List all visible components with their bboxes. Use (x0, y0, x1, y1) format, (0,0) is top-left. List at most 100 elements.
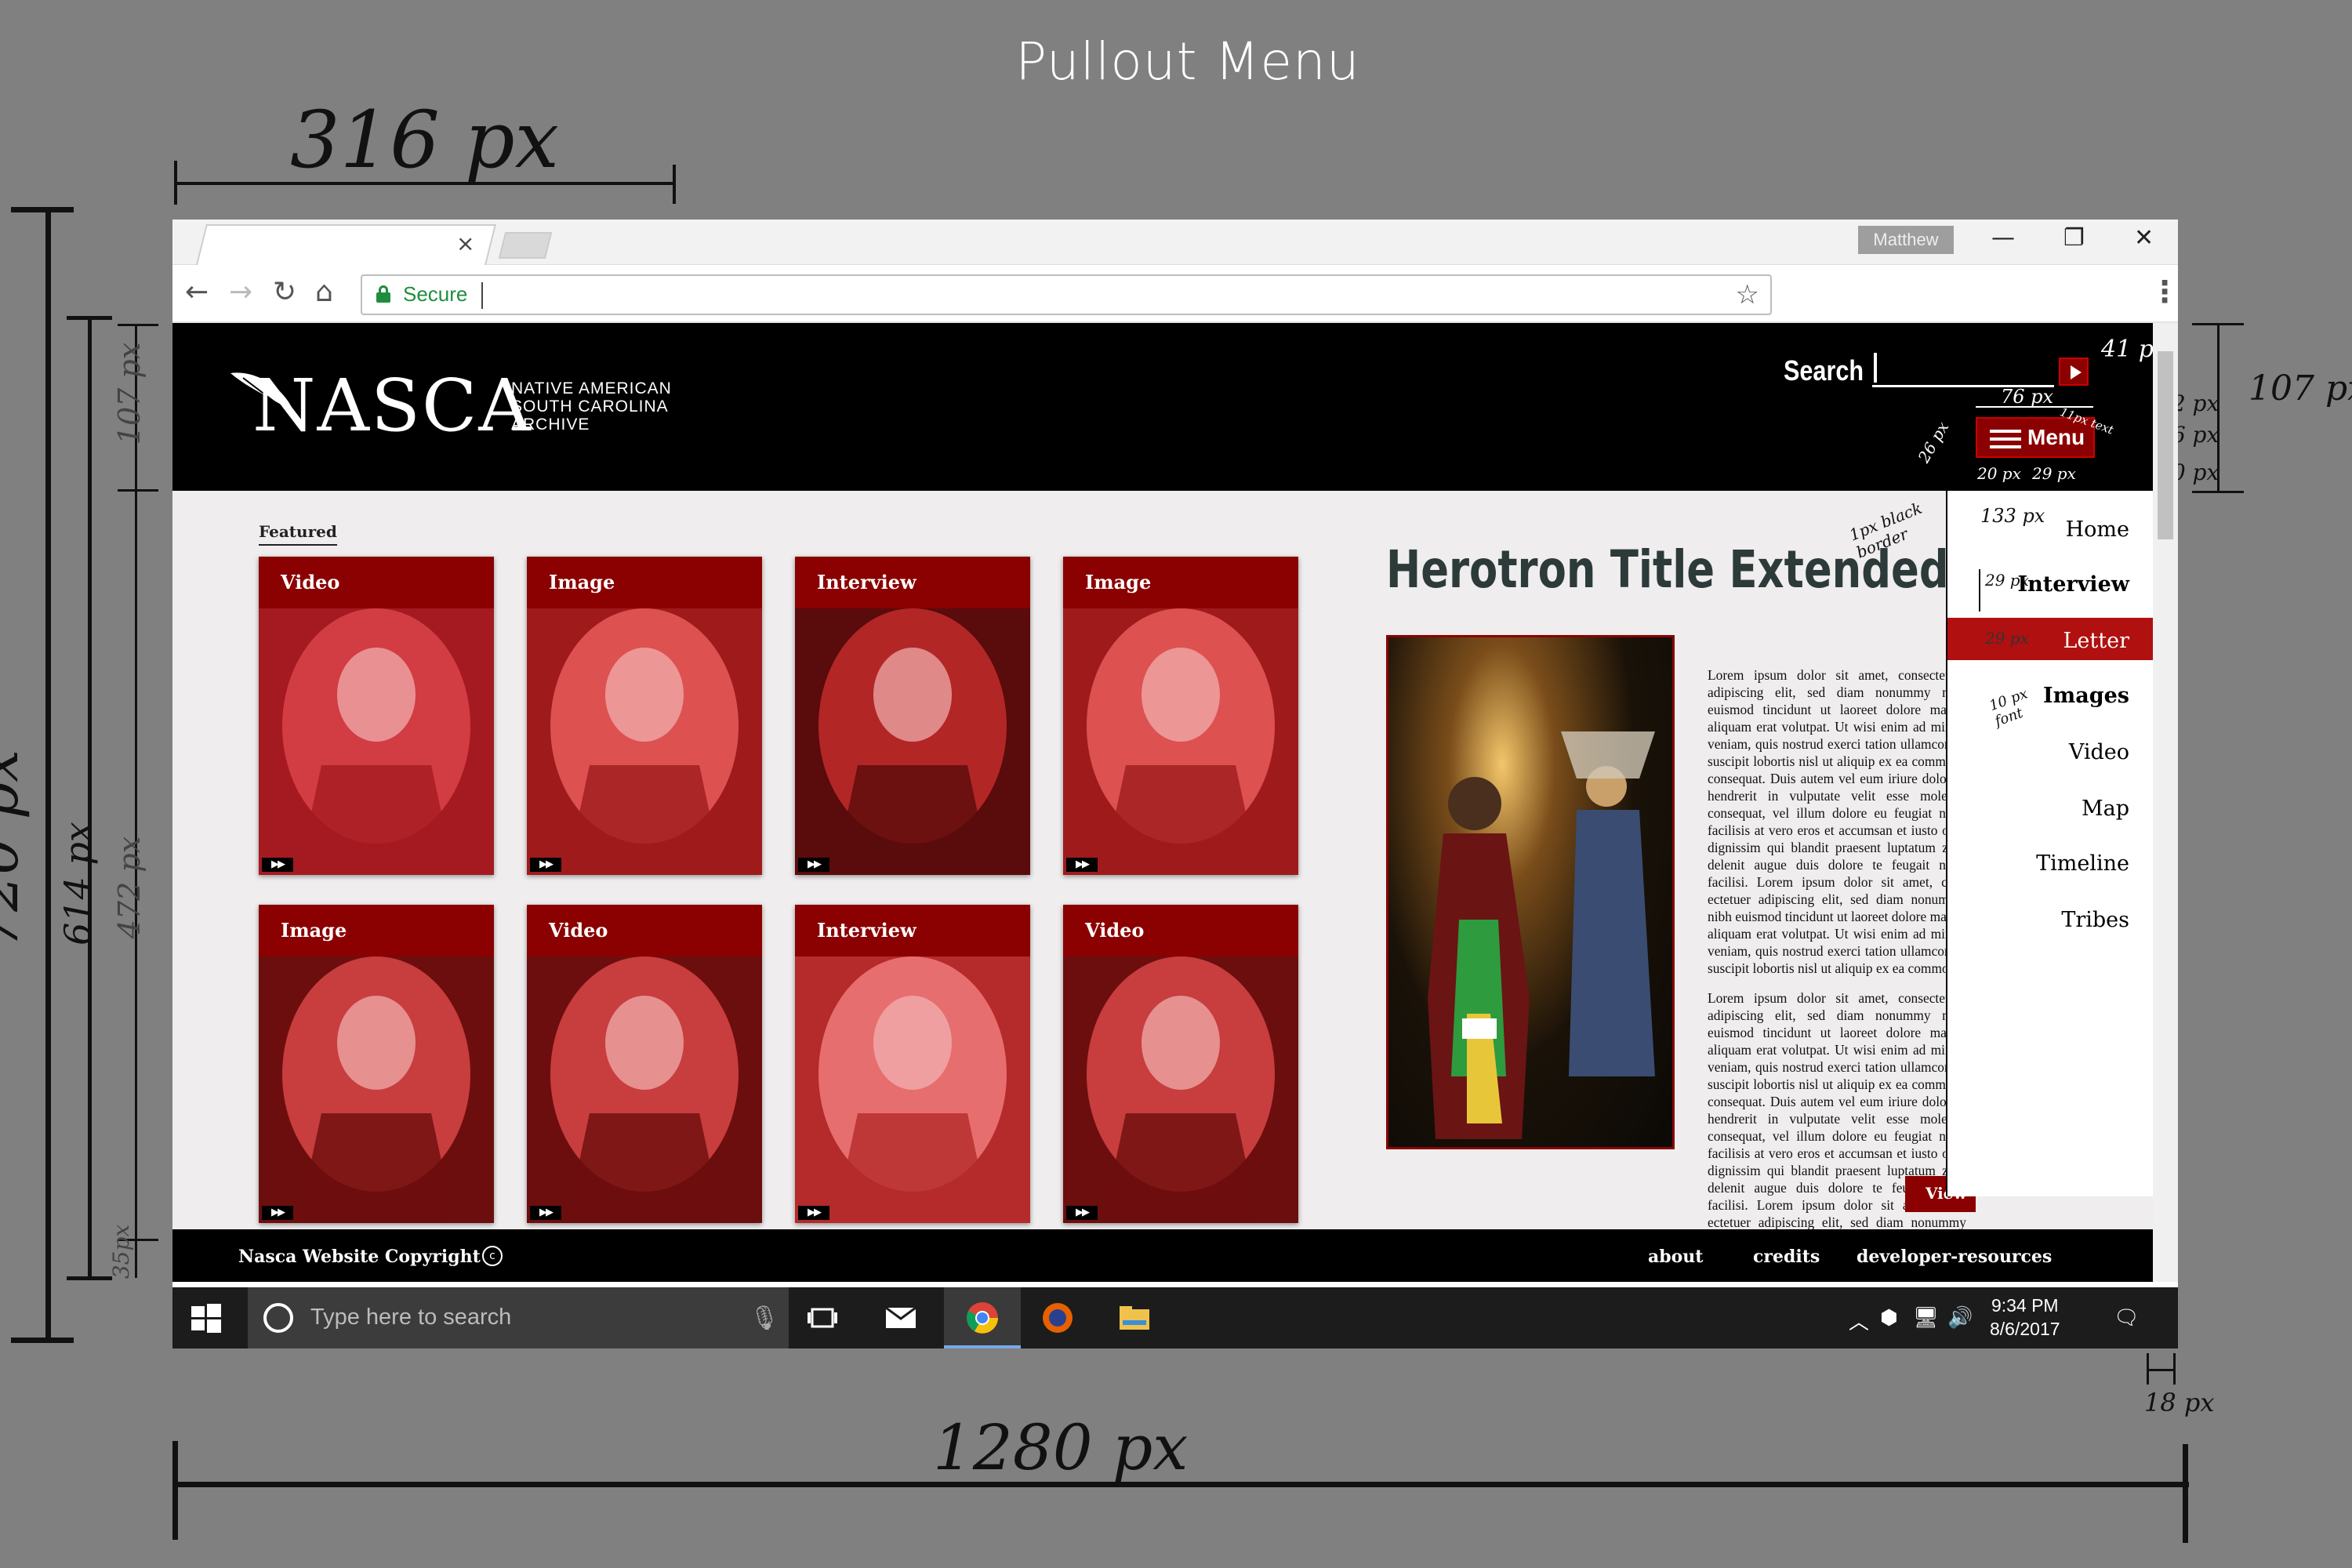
card-type-label: Interview (817, 571, 916, 593)
article-paragraph: Lorem ipsum dolor sit amet, consectetuer… (1708, 667, 1966, 976)
browser-tab-bar: × Matthew — ❐ ✕ (172, 220, 2178, 265)
dimension-tick (118, 489, 158, 492)
clock-time: 9:34 PM (1991, 1295, 2059, 1316)
featured-card[interactable]: Interview ▶▶ (795, 557, 1030, 875)
card-type-label: Interview (817, 919, 916, 942)
volume-icon[interactable]: 🔊 (1947, 1306, 1973, 1330)
annotation-font-10: 10 px font (1987, 685, 2031, 730)
pullout-item-interview[interactable]: Interview (2017, 572, 2129, 597)
featured-card[interactable]: Interview ▶▶ (795, 905, 1030, 1223)
copyright-icon: c (482, 1246, 503, 1266)
play-icon[interactable]: ▶▶ (262, 1206, 293, 1220)
tray-chevron-icon[interactable]: ︿ (1849, 1306, 1869, 1335)
lock-icon (376, 285, 390, 303)
face-paint-image (527, 608, 762, 875)
page-scrollbar[interactable] (2153, 323, 2178, 1282)
profile-badge[interactable]: Matthew (1858, 226, 1954, 254)
dimension-tick (2183, 1444, 2188, 1543)
card-header: Image (527, 557, 762, 608)
pullout-item-letter[interactable]: Letter (2063, 629, 2130, 653)
back-icon[interactable]: ← (185, 276, 209, 308)
secure-label: Secure (403, 282, 468, 306)
pullout-menu: Home Interview Letter Images Video Map Timelin… (1946, 491, 2153, 1196)
pullout-item-images[interactable]: Images (2043, 684, 2129, 708)
article-title[interactable]: Herotron Title Extended ... (1386, 539, 2010, 600)
dimension-tick (11, 207, 74, 212)
pullout-item-timeline[interactable]: Timeline (2036, 851, 2129, 876)
mail-icon[interactable] (883, 1300, 919, 1336)
file-explorer-icon[interactable] (1116, 1300, 1152, 1336)
search-input[interactable] (1872, 354, 2054, 387)
card-header: Video (259, 557, 494, 608)
task-view-icon[interactable] (804, 1300, 840, 1336)
annotation-height-720: 720 px (0, 750, 31, 949)
browser-toolbar: ← → ↻ ⌂ Secure ☆ ⋮ (172, 265, 2178, 323)
annotation-px-41: 41 px (2101, 336, 2153, 363)
article-photo[interactable] (1386, 635, 1675, 1149)
cortana-icon (263, 1303, 293, 1333)
minimize-icon[interactable]: — (1991, 224, 2015, 252)
pullout-item-tribes[interactable]: Tribes (2061, 908, 2129, 932)
close-window-icon[interactable]: ✕ (2134, 224, 2154, 252)
featured-card[interactable]: Image ▶▶ (527, 557, 762, 875)
bookmark-star-icon[interactable]: ☆ (1736, 279, 1759, 310)
taskbar-search[interactable]: Type here to search 🎙 (248, 1287, 789, 1348)
dimension-line-614 (88, 318, 92, 1280)
feather-dancer-image (1063, 956, 1298, 1223)
new-tab-button[interactable] (498, 232, 553, 259)
home-icon[interactable]: ⌂ (315, 276, 333, 308)
search-submit-button[interactable] (2059, 358, 2089, 386)
play-icon[interactable]: ▶▶ (798, 1206, 829, 1220)
browser-menu-icon[interactable]: ⋮ (2150, 274, 2178, 309)
menu-button-label: Menu (2027, 425, 2085, 449)
footer-link-credits[interactable]: credits (1753, 1247, 1820, 1267)
dropbox-icon[interactable]: ⬢ (1880, 1306, 1898, 1330)
annotation-title: Pullout Menu (1015, 31, 1360, 92)
feather-dancer-image (259, 956, 494, 1223)
address-bar[interactable]: Secure ☆ (361, 274, 1772, 315)
tab-close-icon[interactable]: × (456, 230, 474, 256)
windows-start-icon[interactable] (188, 1300, 224, 1336)
play-icon[interactable]: ▶▶ (1066, 1206, 1098, 1220)
network-icon[interactable]: 🖥 (1913, 1306, 1939, 1330)
reload-icon[interactable]: ↻ (273, 276, 296, 308)
site-logo[interactable]: NASCA (252, 364, 532, 448)
dimension-tick (118, 324, 158, 326)
footer-link-developer-resources[interactable]: developer-resources (1857, 1247, 2052, 1267)
play-icon[interactable]: ▶▶ (1066, 858, 1098, 872)
play-icon[interactable]: ▶▶ (530, 858, 561, 872)
chrome-icon[interactable] (964, 1300, 1000, 1336)
card-header: Image (259, 905, 494, 956)
dimension-line-1280 (174, 1482, 2189, 1487)
browser-tab[interactable] (196, 224, 496, 265)
annotation-px-29a: 29 px (2032, 464, 2076, 483)
play-icon[interactable]: ▶▶ (530, 1206, 561, 1220)
pullout-item-video[interactable]: Video (2069, 740, 2129, 764)
microphone-icon[interactable]: 🎙 (750, 1305, 779, 1332)
action-center-icon[interactable]: 🗨 (2114, 1306, 2140, 1330)
featured-card[interactable]: Video ▶▶ (259, 557, 494, 875)
card-type-label: Video (549, 919, 608, 942)
restore-icon[interactable]: ❐ (2063, 224, 2085, 252)
taskbar-search-placeholder: Type here to search (310, 1305, 512, 1330)
dimension-tick (673, 165, 676, 204)
scrollbar-thumb[interactable] (2158, 351, 2173, 539)
feather-dancer-image (527, 956, 762, 1223)
annotation-px-133: 133 px (1980, 505, 2045, 527)
featured-card[interactable]: Video ▶▶ (527, 905, 762, 1223)
hamburger-icon (1990, 430, 2021, 453)
card-header: Video (527, 905, 762, 956)
windows-taskbar: Type here to search 🎙 ︿ ⬢ 🖥 🔊 9:34 PM 8/… (172, 1287, 2178, 1348)
pullout-item-home[interactable]: Home (2066, 517, 2129, 542)
play-icon[interactable]: ▶▶ (262, 858, 293, 872)
taskbar-clock[interactable]: 9:34 PM 8/6/2017 (1990, 1294, 2060, 1341)
featured-card[interactable]: Video ▶▶ (1063, 905, 1298, 1223)
forward-icon[interactable]: → (229, 276, 252, 308)
dimension-tick (172, 1441, 178, 1540)
pullout-item-map[interactable]: Map (2082, 797, 2129, 821)
featured-card[interactable]: Image ▶▶ (1063, 557, 1298, 875)
footer-link-about[interactable]: about (1648, 1247, 1703, 1267)
featured-card[interactable]: Image ▶▶ (259, 905, 494, 1223)
play-icon[interactable]: ▶▶ (798, 858, 829, 872)
firefox-icon[interactable] (1040, 1300, 1076, 1336)
